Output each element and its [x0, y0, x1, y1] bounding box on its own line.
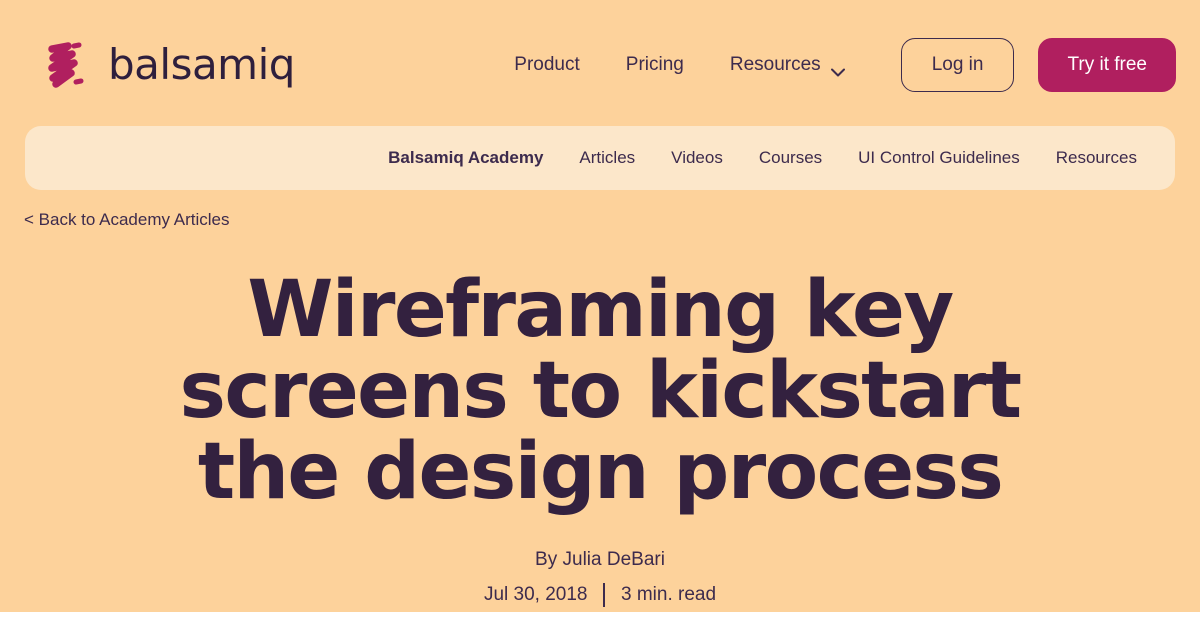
back-to-academy-articles-link[interactable]: < Back to Academy Articles — [24, 210, 230, 230]
nav-item-pricing[interactable]: Pricing — [626, 54, 684, 76]
top-navigation-bar: balsamiq Product Pricing Resources Log i… — [0, 0, 1200, 130]
subnav-item-courses[interactable]: Courses — [759, 148, 822, 168]
nav-item-resources[interactable]: Resources — [730, 54, 845, 76]
article-byline: By Julia DeBari — [535, 549, 665, 571]
subnav-item-videos[interactable]: Videos — [671, 148, 723, 168]
subnav-item-ui-control-guidelines[interactable]: UI Control Guidelines — [858, 148, 1020, 168]
nav-item-resources-label: Resources — [729, 54, 821, 75]
log-in-button[interactable]: Log in — [900, 38, 1015, 92]
try-it-free-button[interactable]: Try it free — [1038, 38, 1176, 92]
brand-name-text: balsamiq — [108, 40, 295, 89]
article-read-time: 3 min. read — [620, 584, 717, 606]
meta-divider — [603, 583, 605, 608]
article-meta-row: Jul 30, 2018 3 min. read — [100, 583, 1100, 608]
chevron-down-icon — [830, 61, 845, 76]
page-root: balsamiq Product Pricing Resources Log i… — [0, 0, 1200, 627]
nav-item-product-label: Product — [514, 54, 580, 75]
nav-item-product[interactable]: Product — [514, 54, 579, 76]
subnav-item-articles[interactable]: Articles — [579, 148, 635, 168]
subnav-item-resources[interactable]: Resources — [1056, 148, 1137, 168]
header-cta-group: Log in Try it free — [900, 38, 1176, 92]
article-date: Jul 30, 2018 — [483, 584, 588, 606]
page-title: Wireframing key screens to kickstart the… — [179, 265, 1023, 518]
article-header: Wireframing key screens to kickstart the… — [0, 265, 1200, 608]
brand-logo-link[interactable]: balsamiq — [38, 37, 295, 93]
nav-item-pricing-label: Pricing — [625, 54, 684, 75]
primary-nav: Product Pricing Resources — [514, 54, 845, 76]
subnav-item-balsamiq-academy[interactable]: Balsamiq Academy — [388, 148, 543, 168]
balsamiq-scribble-logo-icon — [38, 37, 94, 93]
academy-subnav-bar: Balsamiq Academy Articles Videos Courses… — [25, 126, 1175, 190]
